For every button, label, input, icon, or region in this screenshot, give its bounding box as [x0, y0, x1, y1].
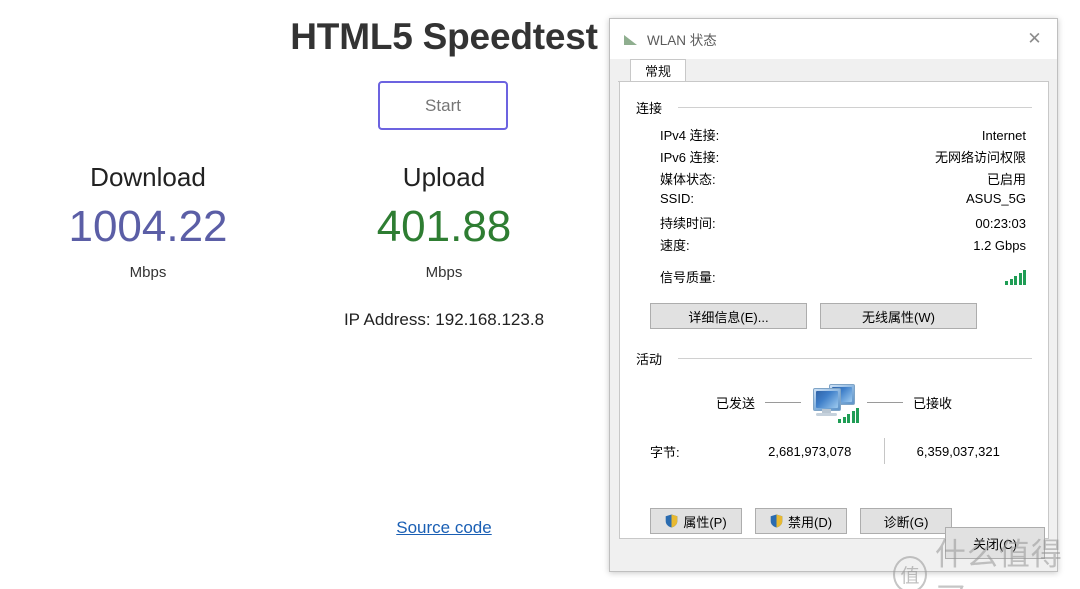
row-ssid: SSID: ASUS_5G: [660, 191, 1026, 213]
wireless-properties-button[interactable]: 无线属性(W): [820, 303, 977, 329]
row-media-state: 媒体状态: 已启用: [660, 169, 1026, 191]
duration-value: 00:23:03: [975, 216, 1026, 231]
connection-section-header: 连接: [636, 98, 1032, 117]
ssid-label: SSID:: [660, 191, 694, 206]
media-state-label: 媒体状态:: [660, 172, 716, 187]
ipv6-label: IPv6 连接:: [660, 150, 720, 165]
speed-value: 1.2 Gbps: [973, 238, 1026, 253]
activity-section-header: 活动: [636, 349, 1032, 368]
wifi-signal-icon: [624, 32, 640, 46]
ipv4-label: IPv4 连接:: [660, 128, 720, 143]
ipv6-value: 无网络访问权限: [934, 150, 1026, 165]
metric-download-value: 1004.22: [68, 202, 228, 251]
speed-label: 速度:: [660, 238, 690, 253]
wlan-status-dialog: WLAN 状态 ✕ 常规 连接 IPv4 连接: Internet IPv6 连…: [609, 18, 1058, 572]
signal-quality-value: [840, 270, 1026, 287]
received-dash: [867, 401, 903, 403]
row-duration: 持续时间: 00:23:03: [660, 213, 1026, 235]
metric-upload-unit: Mbps: [425, 264, 463, 281]
metric-upload: Upload 401.88 Mbps: [296, 160, 592, 281]
tabstrip: 常规: [618, 59, 1049, 82]
bytes-label: 字节:: [650, 444, 680, 460]
signal-quality-label: 信号质量:: [660, 270, 716, 285]
received-label: 已接收: [913, 395, 953, 411]
general-tab-panel: 连接 IPv4 连接: Internet IPv6 连接: 无网络访问权限 媒体…: [619, 81, 1049, 539]
bytes-sent-value: 2,681,973,078: [768, 443, 852, 459]
ssid-value: ASUS_5G: [966, 191, 1026, 206]
metric-upload-value: 401.88: [376, 202, 512, 251]
sent-dash: [765, 401, 801, 403]
activity-section-rule: [678, 358, 1032, 359]
metric-upload-label: Upload: [402, 162, 486, 192]
metric-download-label: Download: [90, 162, 206, 192]
close-button[interactable]: 关闭(C): [945, 527, 1045, 559]
activity-diagram: 已发送 已接收: [636, 380, 1032, 424]
connection-section-rule: [678, 107, 1032, 108]
close-icon[interactable]: ✕: [1012, 19, 1057, 59]
row-ipv6: IPv6 连接: 无网络访问权限: [660, 147, 1026, 169]
metric-download-unit: Mbps: [129, 264, 167, 281]
media-state-value: 已启用: [986, 172, 1026, 187]
screen: HTML5 Speedtest Start Download 1004.22 M…: [0, 0, 1080, 589]
dialog-title: WLAN 状态: [647, 33, 717, 48]
bytes-received-value: 6,359,037,321: [916, 443, 1000, 459]
activity-section-label: 活动: [636, 352, 663, 367]
bytes-row: 字节: 2,681,973,078 6,359,037,321: [636, 438, 1032, 464]
duration-label: 持续时间:: [660, 216, 716, 231]
row-speed: 速度: 1.2 Gbps: [660, 235, 1026, 257]
metric-download: Download 1004.22 Mbps: [0, 160, 296, 281]
ipv4-value: Internet: [981, 128, 1026, 143]
details-button[interactable]: 详细信息(E)...: [650, 303, 807, 329]
source-code-link[interactable]: Source code: [396, 518, 491, 537]
tab-general[interactable]: 常规: [630, 59, 687, 82]
sent-label: 已发送: [715, 395, 755, 411]
signal-bars-icon: [1005, 270, 1026, 285]
connection-details-list: IPv4 连接: Internet IPv6 连接: 无网络访问权限 媒体状态:…: [636, 125, 1032, 287]
two-computers-network-icon: [811, 382, 859, 423]
start-button[interactable]: Start: [378, 81, 508, 130]
dialog-footer: 关闭(C): [610, 519, 1057, 571]
row-ipv4: IPv4 连接: Internet: [660, 125, 1026, 147]
dialog-titlebar[interactable]: WLAN 状态 ✕: [610, 19, 1057, 59]
row-signal-quality: 信号质量:: [660, 257, 1026, 287]
connection-buttons: 详细信息(E)... 无线属性(W): [636, 303, 1032, 329]
connection-section-label: 连接: [636, 101, 663, 116]
